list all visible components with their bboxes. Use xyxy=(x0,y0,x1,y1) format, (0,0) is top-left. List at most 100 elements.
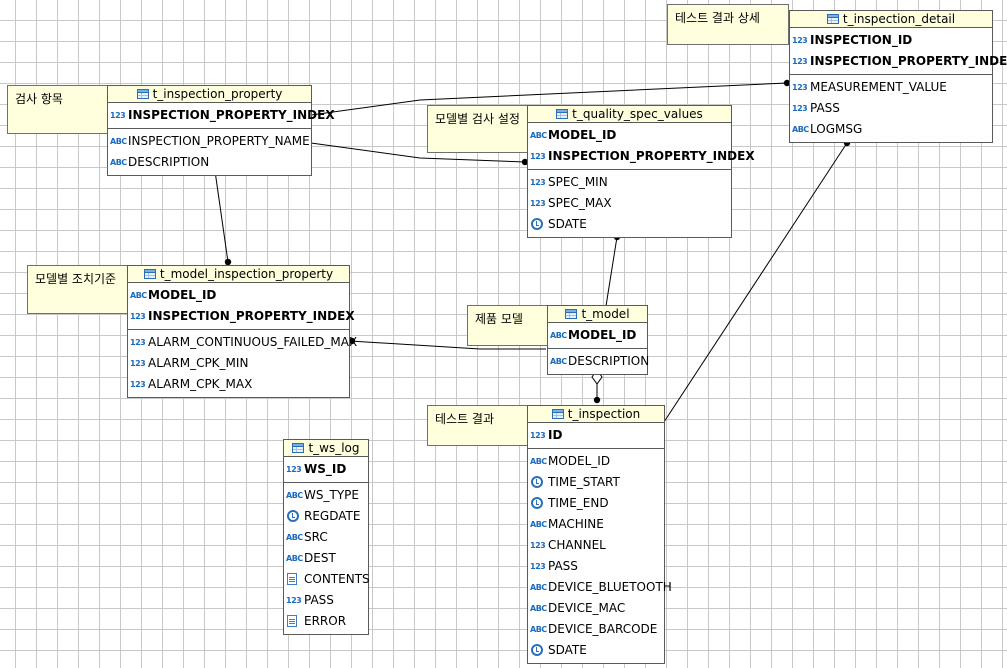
column-row[interactable]: ABCMODEL_ID xyxy=(528,451,664,472)
table-t-quality-spec-values[interactable]: t_quality_spec_values ABCMODEL_ID 123 INSPE… xyxy=(527,105,755,238)
note-detail[interactable]: 테스트 결과 상세 xyxy=(667,4,789,45)
column-row[interactable]: ABCMACHINE xyxy=(528,514,664,535)
text-icon: ABC xyxy=(530,583,547,592)
number-icon: 123 xyxy=(130,380,146,389)
column-row[interactable]: ABCSRC xyxy=(284,527,368,548)
link-end-dot xyxy=(593,396,601,404)
column-row[interactable]: 123 PASS xyxy=(528,556,664,577)
number-key-icon: 123 xyxy=(530,152,546,161)
note-property[interactable]: 검사 항목 xyxy=(7,85,108,134)
primary-key-row[interactable]: 123 WS_ID xyxy=(284,459,368,480)
column-row[interactable]: 123 SPEC_MIN xyxy=(528,172,731,193)
column-row[interactable]: 123 ALARM_CPK_MIN xyxy=(128,353,349,374)
table-t-model[interactable]: t_model ABCMODEL_ID ABCDESCRIPTION xyxy=(547,305,650,375)
column-row[interactable]: ABCDEST xyxy=(284,548,368,569)
column-row[interactable]: 123 PASS xyxy=(284,590,368,611)
text-icon: ABC xyxy=(530,604,547,613)
column-section: 123 SPEC_MIN 123 SPEC_MAX SDATE xyxy=(528,170,731,237)
column-name: PASS xyxy=(304,593,334,607)
table-t-ws-log[interactable]: t_ws_log 123 WS_ID ABCWS_TYPE REGDATE ABCSRC A… xyxy=(283,439,370,635)
column-name: INSPECTION_PROPERTY_NAME xyxy=(128,134,310,148)
column-row[interactable]: TIME_START xyxy=(528,472,664,493)
table-icon xyxy=(136,89,149,99)
table-t-inspection[interactable]: t_inspection 123 ID ABCMODEL_ID TIME_START TI… xyxy=(527,405,672,664)
table-icon xyxy=(565,309,578,319)
table-header[interactable]: t_inspection_property xyxy=(108,86,311,103)
note-quality[interactable]: 모델별 검사 설정 xyxy=(427,105,528,153)
number-icon: 123 xyxy=(792,83,808,92)
clock-icon xyxy=(531,218,543,230)
primary-key-section: 123 INSPECTION_PROPERTY_INDEX xyxy=(108,103,335,129)
note-model[interactable]: 제품 모델 xyxy=(467,305,548,346)
document-icon xyxy=(287,573,297,585)
number-icon: 123 xyxy=(530,562,546,571)
primary-key-row[interactable]: 123 INSPECTION_ID xyxy=(790,30,992,51)
table-t-inspection-property[interactable]: t_inspection_property 123 INSPECTION_PROPE… xyxy=(107,85,335,176)
note-inspection[interactable]: 테스트 결과 xyxy=(427,405,528,446)
column-row[interactable]: ABCINSPECTION_PROPERTY_NAME xyxy=(108,131,311,152)
column-row[interactable]: ERROR xyxy=(284,611,368,632)
primary-key-row[interactable]: ABCMODEL_ID xyxy=(548,325,647,346)
column-row[interactable]: ABCDEVICE_BLUETOOTH xyxy=(528,577,672,598)
column-name: ID xyxy=(548,428,563,442)
table-t-model-inspection-property[interactable]: t_model_inspection_property ABCMODEL_ID 12… xyxy=(127,265,357,398)
number-icon: 123 xyxy=(530,199,546,208)
column-row[interactable]: CONTENTS xyxy=(284,569,370,590)
column-name: ALARM_CPK_MAX xyxy=(148,377,253,391)
table-name: t_inspection_property xyxy=(152,87,283,101)
primary-key-row[interactable]: ABCMODEL_ID xyxy=(128,285,349,306)
table-header[interactable]: t_ws_log xyxy=(284,440,368,457)
column-row[interactable]: 123 PASS xyxy=(790,98,992,119)
column-name: WS_TYPE xyxy=(304,488,359,502)
column-row[interactable]: ABCWS_TYPE xyxy=(284,485,368,506)
table-header[interactable]: t_inspection xyxy=(528,406,664,423)
column-row[interactable]: ABCDESCRIPTION xyxy=(548,351,650,372)
column-name: INSPECTION_PROPERTY_INDEX xyxy=(810,54,1007,68)
column-name: INSPECTION_ID xyxy=(810,33,913,47)
column-row[interactable]: 123 ALARM_CPK_MAX xyxy=(128,374,349,395)
column-row[interactable]: ABCLOGMSG xyxy=(790,119,992,140)
column-name: DESCRIPTION xyxy=(128,155,210,169)
primary-key-section: ABCMODEL_ID 123 INSPECTION_PROPERTY_INDEX xyxy=(128,283,355,330)
table-icon xyxy=(551,409,564,419)
primary-key-row[interactable]: 123 INSPECTION_PROPERTY_INDEX xyxy=(108,105,335,126)
primary-key-section: 123 WS_ID xyxy=(284,457,368,483)
column-name: ALARM_CONTINUOUS_FAILED_MAX xyxy=(148,335,358,349)
column-row[interactable]: SDATE xyxy=(528,640,664,661)
primary-key-row[interactable]: 123 INSPECTION_PROPERTY_INDEX xyxy=(528,146,755,167)
column-row[interactable]: ABCDEVICE_BARCODE xyxy=(528,619,664,640)
table-t-inspection-detail[interactable]: t_inspection_detail 123 INSPECTION_ID 123 IN… xyxy=(789,10,1007,143)
column-row[interactable]: TIME_END xyxy=(528,493,664,514)
column-row[interactable]: 123 ALARM_CONTINUOUS_FAILED_MAX xyxy=(128,332,357,353)
primary-key-row[interactable]: 123 INSPECTION_PROPERTY_INDEX xyxy=(128,306,355,327)
table-header[interactable]: t_inspection_detail xyxy=(790,11,992,28)
primary-key-section: ABCMODEL_ID xyxy=(548,323,647,349)
column-row[interactable]: 123 CHANNEL xyxy=(528,535,664,556)
column-section: ABCDESCRIPTION xyxy=(548,349,650,374)
note-model-prop[interactable]: 모델별 조치기준 xyxy=(27,265,128,314)
number-icon: 123 xyxy=(530,178,546,187)
primary-key-row[interactable]: 123 INSPECTION_PROPERTY_INDEX xyxy=(790,51,1007,72)
text-icon: ABC xyxy=(530,625,547,634)
column-row[interactable]: ABCDEVICE_MAC xyxy=(528,598,664,619)
column-name: MODEL_ID xyxy=(148,288,217,302)
primary-key-row[interactable]: 123 ID xyxy=(528,425,664,446)
column-name: DEVICE_BLUETOOTH xyxy=(548,580,672,594)
column-row[interactable]: 123 MEASUREMENT_VALUE xyxy=(790,77,992,98)
column-name: CONTENTS xyxy=(304,572,370,586)
column-section: ABCMODEL_ID TIME_START TIME_END ABCMACHINE 1… xyxy=(528,449,672,663)
text-icon: ABC xyxy=(792,125,809,134)
number-icon: 123 xyxy=(130,338,146,347)
text-icon: ABC xyxy=(286,533,303,542)
column-row[interactable]: ABCDESCRIPTION xyxy=(108,152,311,173)
column-row[interactable]: 123 SPEC_MAX xyxy=(528,193,731,214)
table-header[interactable]: t_quality_spec_values xyxy=(528,106,731,123)
primary-key-row[interactable]: ABCMODEL_ID xyxy=(528,125,731,146)
table-header[interactable]: t_model_inspection_property xyxy=(128,266,349,283)
column-row[interactable]: REGDATE xyxy=(284,506,368,527)
column-name: DESCRIPTION xyxy=(568,354,650,368)
column-row[interactable]: SDATE xyxy=(528,214,731,235)
number-key-icon: 123 xyxy=(110,111,126,120)
table-header[interactable]: t_model xyxy=(548,306,647,323)
text-icon: ABC xyxy=(286,491,303,500)
